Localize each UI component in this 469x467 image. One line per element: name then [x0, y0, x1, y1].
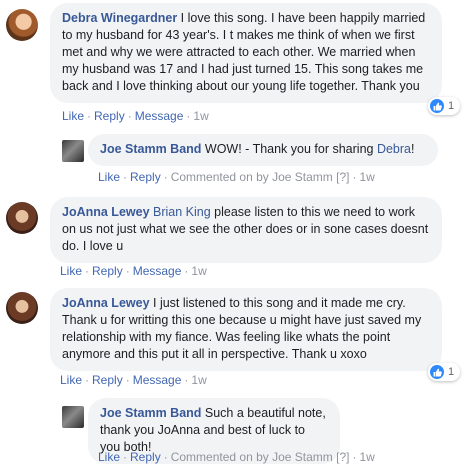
message-link[interactable]: Message	[133, 264, 182, 278]
like-link[interactable]: Like	[62, 109, 84, 123]
reply-author[interactable]: Joe Stamm Band	[100, 406, 201, 420]
like-link[interactable]: Like	[60, 264, 82, 278]
comment-actions: Like · Reply · Message · 1w	[60, 373, 207, 387]
reply-bubble: Joe Stamm Band WOW! - Thank you for shar…	[88, 134, 438, 166]
message-link[interactable]: Message	[133, 373, 182, 387]
reply-author[interactable]: Joe Stamm Band	[100, 142, 201, 156]
reaction-badge[interactable]: 1	[428, 363, 461, 381]
commented-by: Commented on by Joe Stamm	[170, 450, 333, 464]
message-link[interactable]: Message	[135, 109, 184, 123]
mention-link[interactable]: Brian King	[153, 205, 211, 219]
reply-link[interactable]: Reply	[92, 373, 123, 387]
timestamp[interactable]: 1w	[191, 264, 206, 278]
like-link[interactable]: Like	[98, 170, 120, 184]
reply-link[interactable]: Reply	[130, 450, 161, 464]
reply-actions: Like · Reply · Commented on by Joe Stamm [?]…	[98, 450, 375, 464]
reply-link[interactable]: Reply	[92, 264, 123, 278]
reply-link[interactable]: Reply	[94, 109, 125, 123]
reaction-count: 1	[448, 100, 455, 112]
comment-bubble: JoAnna Lewey I just listened to this son…	[50, 288, 442, 371]
like-thumb-icon	[430, 99, 444, 113]
like-link[interactable]: Like	[60, 373, 82, 387]
timestamp[interactable]: 1w	[193, 109, 208, 123]
reaction-badge[interactable]: 1	[428, 97, 461, 115]
reply-text: WOW! - Thank you for sharing	[201, 142, 377, 156]
avatar[interactable]	[6, 202, 38, 234]
help-link[interactable]: [?]	[336, 450, 349, 464]
avatar[interactable]	[6, 292, 38, 324]
like-thumb-icon	[430, 365, 444, 379]
timestamp[interactable]: 1w	[191, 373, 206, 387]
comment-actions: Like · Reply · Message · 1w	[62, 109, 209, 123]
comment-actions: Like · Reply · Message · 1w	[60, 264, 207, 278]
avatar[interactable]	[62, 406, 84, 428]
like-link[interactable]: Like	[98, 450, 120, 464]
commented-by: Commented on by Joe Stamm	[170, 170, 333, 184]
help-link[interactable]: [?]	[336, 170, 349, 184]
reaction-count: 1	[448, 366, 455, 378]
comment-bubble: Debra Winegardner I love this song. I ha…	[50, 3, 442, 103]
avatar[interactable]	[62, 140, 84, 162]
reply-link[interactable]: Reply	[130, 170, 161, 184]
comment-author[interactable]: Debra Winegardner	[62, 11, 177, 25]
comment-bubble: JoAnna Lewey Brian King please listen to…	[50, 197, 442, 263]
comment-author[interactable]: JoAnna Lewey	[62, 296, 150, 310]
reply-text-end: !	[411, 142, 415, 156]
mention-link[interactable]: Debra	[377, 142, 411, 156]
reply-actions: Like · Reply · Commented on by Joe Stamm [?]…	[98, 170, 375, 184]
comment-author[interactable]: JoAnna Lewey	[62, 205, 150, 219]
timestamp[interactable]: 1w	[359, 170, 374, 184]
timestamp[interactable]: 1w	[359, 450, 374, 464]
avatar[interactable]	[6, 9, 38, 41]
